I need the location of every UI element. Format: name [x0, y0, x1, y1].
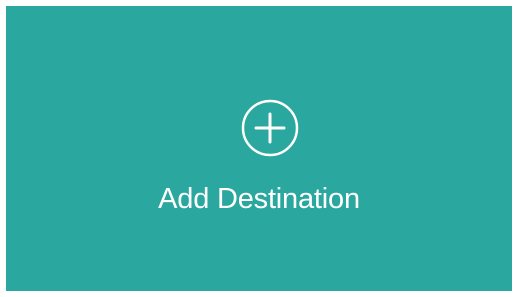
plus-circle-icon[interactable]	[241, 99, 299, 157]
add-destination-label: Add Destination	[158, 183, 360, 215]
add-destination-card[interactable]: Add Destination	[6, 6, 512, 291]
